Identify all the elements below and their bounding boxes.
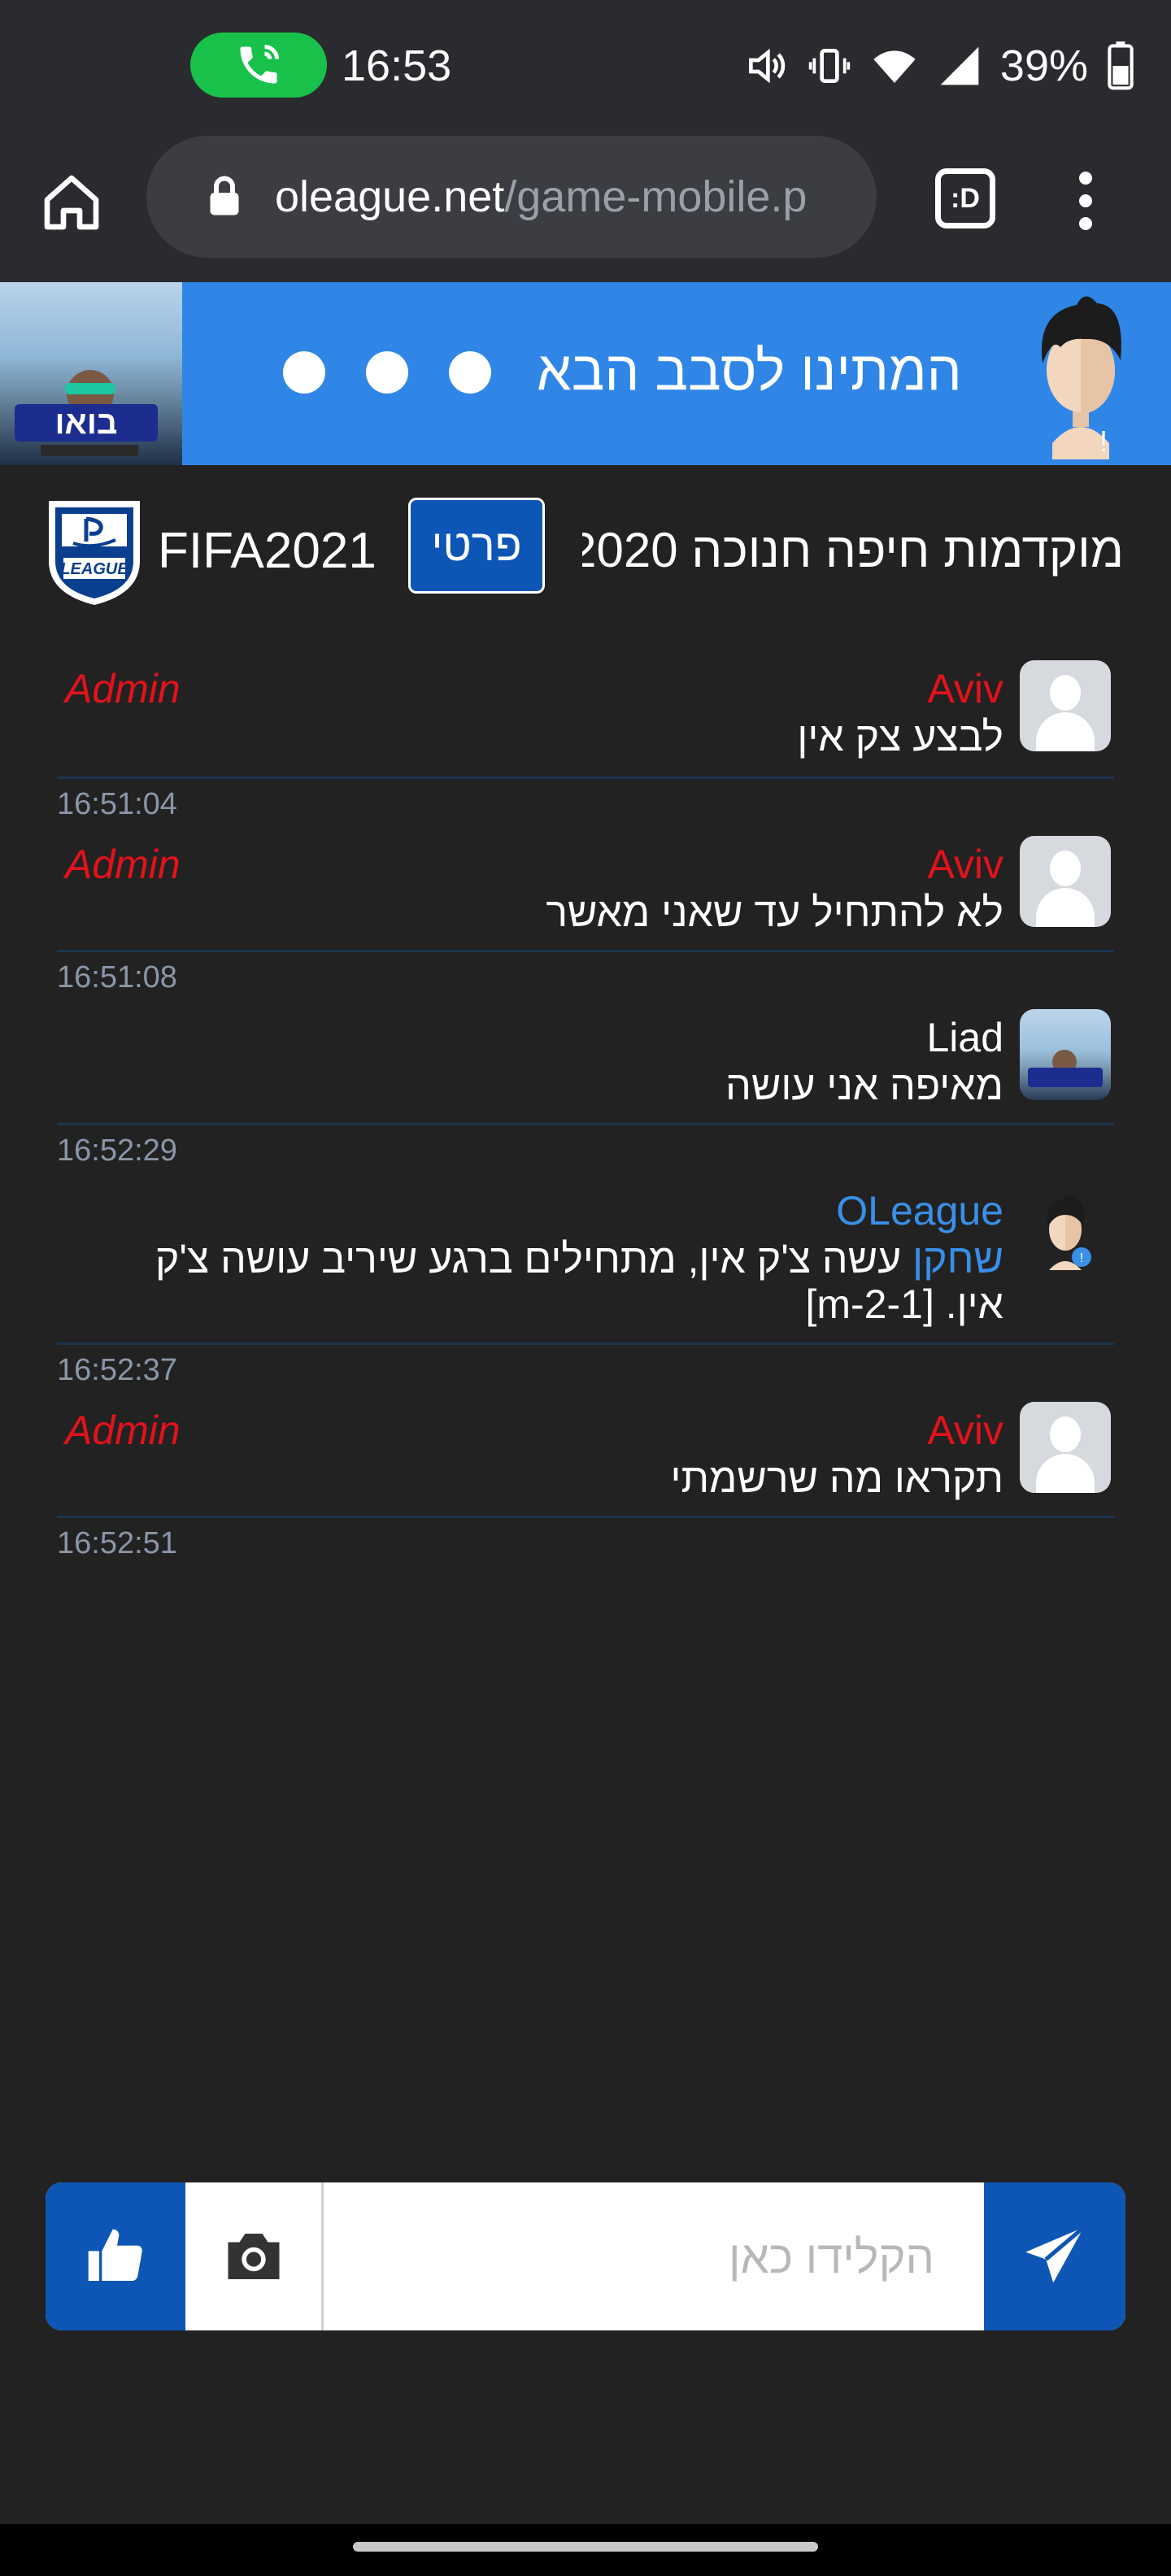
loading-dot — [449, 351, 491, 394]
chat-log: Aviv Admin לבצע צק אין 16:51:04 Aviv Adm… — [57, 651, 1114, 1565]
admin-badge: Admin — [65, 842, 181, 887]
banner-alert-mark: ! — [1099, 424, 1108, 458]
player-photo[interactable]: בואו — [0, 282, 182, 465]
thumbs-up-icon — [88, 2229, 142, 2281]
banner-message: המתינו לסבב הבא — [537, 340, 962, 402]
message-timestamp: 16:52:29 — [57, 1134, 177, 1168]
lock-icon — [210, 176, 239, 215]
user-avatar[interactable] — [1020, 836, 1111, 927]
like-button[interactable] — [46, 2182, 185, 2330]
phone-call-icon — [240, 45, 279, 84]
admin-badge: Admin — [65, 1408, 181, 1453]
vibrate-icon — [808, 49, 851, 83]
system-navigation-bar — [0, 2524, 1171, 2576]
home-button[interactable] — [36, 167, 107, 238]
message-timestamp: 16:52:51 — [57, 1526, 177, 1560]
url-path: /game-mobile.p — [504, 172, 808, 221]
message-text: לבצע צק אין — [797, 714, 1003, 759]
message-author[interactable]: OLeague — [836, 1187, 1003, 1234]
url-domain: oleague.net — [275, 172, 505, 221]
photo-caption-strip — [41, 445, 138, 456]
oleague-bot-icon: ! — [1047, 1194, 1091, 1270]
avatar-photo-sign — [1028, 1068, 1103, 1087]
tab-switcher-label: :D — [951, 182, 980, 214]
loading-dot — [283, 351, 325, 394]
battery-icon — [1108, 41, 1134, 90]
avatar-head — [1050, 675, 1081, 711]
game-title: FIFA2021 — [158, 523, 377, 579]
message-body: עשה צ'ק אין, מתחילים ברגע שיריב עושה צ'ק… — [155, 1236, 1003, 1327]
message-composer — [46, 2182, 1125, 2330]
chat-message: Aviv Admin תקראו מה שרשמתי — [57, 1392, 1114, 1518]
menu-dot — [1079, 172, 1092, 185]
avatar-body — [1036, 1454, 1095, 1493]
send-icon — [1025, 2226, 1086, 2283]
browser-toolbar: oleague.net/game-mobile.p :D — [0, 134, 1171, 282]
message-timestamp: 16:52:37 — [57, 1353, 177, 1387]
loading-dot — [366, 351, 408, 394]
message-text: תקראו מה שרשמתי — [670, 1456, 1003, 1501]
svg-text:LEAGUE: LEAGUE — [60, 560, 128, 578]
svg-text:!: ! — [1080, 1251, 1083, 1265]
message-text: לא להתחיל עד שאני מאשר — [546, 890, 1003, 935]
system-message: ! OLeague שחקן עשה צ'ק אין, מתחילים ברגע… — [57, 1173, 1114, 1345]
avatar-body — [1036, 712, 1095, 751]
tournament-name: מוקדמות חיפה חנוכה 2020 — [582, 523, 1124, 577]
message-timestamp: 16:51:08 — [57, 960, 177, 994]
avatar-head — [1050, 1416, 1081, 1452]
status-bar: 16:53 39% — [0, 0, 1171, 134]
home-icon — [44, 175, 99, 230]
chat-message: Aviv Admin לא להתחיל עד שאני מאשר — [57, 826, 1114, 952]
menu-dot — [1079, 194, 1092, 207]
user-avatar[interactable] — [1020, 1009, 1111, 1100]
chat-message: Aviv Admin לבצע צק אין — [57, 651, 1114, 779]
game-header: LEAGUE FIFA2021 פרטי מוקדמות חיפה חנוכה … — [0, 488, 1171, 610]
photo-sign: בואו — [15, 404, 158, 442]
wifi-icon — [873, 50, 916, 83]
ongoing-call-pill[interactable] — [190, 33, 327, 98]
avatar-body — [1036, 888, 1095, 927]
waiting-banner: בואו המתינו לסבב הבא ! — [0, 282, 1171, 465]
message-author[interactable]: Aviv — [927, 1407, 1003, 1454]
address-bar[interactable]: oleague.net/game-mobile.p — [146, 136, 877, 258]
player-mention[interactable]: שחקן — [912, 1236, 1003, 1281]
message-text: מאיפה אני עושה — [725, 1063, 1003, 1108]
photo-glasses — [65, 383, 115, 394]
message-author[interactable]: Aviv — [927, 665, 1003, 712]
status-icons: 39% — [743, 36, 1135, 96]
message-author[interactable]: Liad — [926, 1014, 1003, 1061]
volume-icon — [748, 48, 786, 84]
private-button[interactable]: פרטי — [408, 498, 545, 594]
camera-icon — [228, 2234, 279, 2279]
message-input[interactable] — [326, 2182, 983, 2330]
message-timestamp: 16:51:04 — [57, 787, 177, 821]
avatar-head — [1050, 851, 1081, 886]
message-author[interactable]: Aviv — [927, 841, 1003, 888]
battery-percent: 39% — [999, 41, 1088, 90]
opponent-avatar-icon — [1041, 296, 1121, 459]
user-avatar[interactable] — [1020, 1402, 1111, 1493]
camera-button[interactable] — [185, 2182, 324, 2330]
menu-dot — [1079, 217, 1092, 230]
url-text: oleague.net/game-mobile.p — [275, 172, 807, 222]
chat-message: Liad מאיפה אני עושה — [57, 999, 1114, 1125]
user-avatar[interactable] — [1020, 660, 1111, 751]
message-text: שחקן עשה צ'ק אין, מתחילים ברגע שיריב עוש… — [109, 1236, 1003, 1327]
signal-icon — [940, 46, 979, 85]
overflow-menu-button[interactable] — [1057, 168, 1114, 233]
loading-dots — [283, 351, 491, 394]
admin-badge: Admin — [65, 666, 181, 711]
status-time: 16:53 — [342, 41, 452, 90]
tab-switcher-button[interactable]: :D — [935, 168, 995, 228]
league-shield-logo: LEAGUE — [49, 501, 140, 605]
home-gesture-handle[interactable] — [353, 2542, 818, 2552]
send-button[interactable] — [984, 2182, 1125, 2330]
